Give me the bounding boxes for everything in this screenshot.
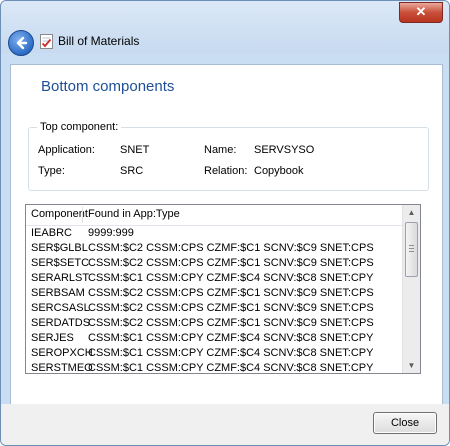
scroll-up-button[interactable]: ▲ [403, 205, 420, 220]
name-label: Name: [204, 144, 237, 156]
name-value: SERVSYSO [254, 144, 315, 156]
relation-label: Relation: [204, 165, 248, 177]
footer-bar: Close [1, 404, 449, 445]
column-header-found[interactable]: Found in App:Type [88, 208, 400, 220]
back-button[interactable] [8, 30, 34, 56]
row-found: CSSM:$C2 CSSM:CPS CZMF:$C1 SCNV:$C9 SNET… [88, 317, 374, 329]
row-component: SER$GLBL [31, 242, 88, 254]
document-check-icon [40, 34, 53, 49]
row-component: SERDATDS [31, 317, 91, 329]
type-label: Type: [38, 165, 65, 177]
relation-value: Copybook [254, 165, 304, 177]
row-found: CSSM:$C2 CSSM:CPS CZMF:$C1 SCNV:$C9 SNET… [88, 287, 374, 299]
column-separator[interactable] [82, 207, 83, 223]
row-component: SERARLST [31, 272, 90, 284]
row-component: SERSTMEO [31, 362, 93, 374]
scroll-down-button[interactable]: ▼ [403, 358, 420, 373]
table-row[interactable]: SERBSAM CSSM:$C2 CSSM:CPS CZMF:$C1 SCNV:… [26, 287, 403, 302]
close-button[interactable]: Close [373, 412, 437, 434]
vertical-scrollbar[interactable]: ▲ ▼ [402, 205, 420, 373]
content-panel: Bottom components Top component: Applica… [10, 64, 443, 405]
row-component: SERJES [31, 332, 74, 344]
table-row[interactable]: SERSTMEO CSSM:$C1 CSSM:CPY CZMF:$C4 SCNV… [26, 362, 403, 374]
row-found: CSSM:$C1 CSSM:CPY CZMF:$C4 SCNV:$C8 SNET… [88, 362, 374, 374]
grip-line [409, 245, 414, 246]
table-row[interactable]: SERCSASL CSSM:$C2 CSSM:CPS CZMF:$C1 SCNV… [26, 302, 403, 317]
row-component: SERBSAM [31, 287, 85, 299]
row-component: IEABRC [31, 227, 72, 239]
back-arrow-icon [16, 36, 28, 50]
scrollbar-thumb[interactable] [405, 222, 418, 277]
table-row[interactable]: SER$SETC CSSM:$C2 CSSM:CPS CZMF:$C1 SCNV… [26, 257, 403, 272]
application-value: SNET [120, 144, 150, 156]
row-found: CSSM:$C2 CSSM:CPS CZMF:$C1 SCNV:$C9 SNET… [88, 257, 374, 269]
row-found: CSSM:$C1 CSSM:CPY CZMF:$C4 SCNV:$C8 SNET… [88, 272, 374, 284]
group-legend: Top component: [37, 121, 122, 133]
title-bar: ✕ Bill of Materials [1, 1, 449, 56]
row-component: SEROPXCH [31, 347, 93, 359]
table-row[interactable]: SEROPXCH CSSM:$C1 CSSM:CPY CZMF:$C4 SCNV… [26, 347, 403, 362]
type-value: SRC [120, 165, 144, 177]
table-row[interactable]: SER$GLBL CSSM:$C2 CSSM:CPS CZMF:$C1 SCNV… [26, 242, 403, 257]
grip-line [409, 248, 414, 249]
row-found: CSSM:$C1 CSSM:CPY CZMF:$C4 SCNV:$C8 SNET… [88, 347, 374, 359]
row-component: SER$SETC [31, 257, 90, 269]
application-label: Application: [38, 144, 95, 156]
window-close-button[interactable]: ✕ [399, 2, 443, 23]
components-list[interactable]: Component Found in App:Type IEABRC 9999:… [25, 204, 421, 374]
dialog-window: ✕ Bill of Materials Bottom components To… [0, 0, 450, 446]
top-component-group: Top component: Application: SNET Name: S… [28, 121, 429, 191]
window-title: Bill of Materials [58, 34, 140, 48]
scroll-down-icon: ▼ [407, 361, 416, 370]
row-found: CSSM:$C2 CSSM:CPS CZMF:$C1 SCNV:$C9 SNET… [88, 242, 374, 254]
page-title: Bottom components [41, 78, 175, 95]
list-header: Component Found in App:Type [26, 205, 403, 226]
row-found: CSSM:$C2 CSSM:CPS CZMF:$C1 SCNV:$C9 SNET… [88, 302, 374, 314]
table-row[interactable]: SERDATDS CSSM:$C2 CSSM:CPS CZMF:$C1 SCNV… [26, 317, 403, 332]
grip-line [409, 251, 414, 252]
table-row[interactable]: IEABRC 9999:999 [26, 227, 403, 242]
table-row[interactable]: SERJES CSSM:$C1 CSSM:CPY CZMF:$C4 SCNV:$… [26, 332, 403, 347]
close-icon: ✕ [415, 4, 427, 19]
row-found: 9999:999 [88, 227, 134, 239]
row-found: CSSM:$C1 CSSM:CPY CZMF:$C4 SCNV:$C8 SNET… [88, 332, 374, 344]
table-row[interactable]: SERARLST CSSM:$C1 CSSM:CPY CZMF:$C4 SCNV… [26, 272, 403, 287]
row-component: SERCSASL [31, 302, 90, 314]
scroll-up-icon: ▲ [407, 208, 416, 217]
